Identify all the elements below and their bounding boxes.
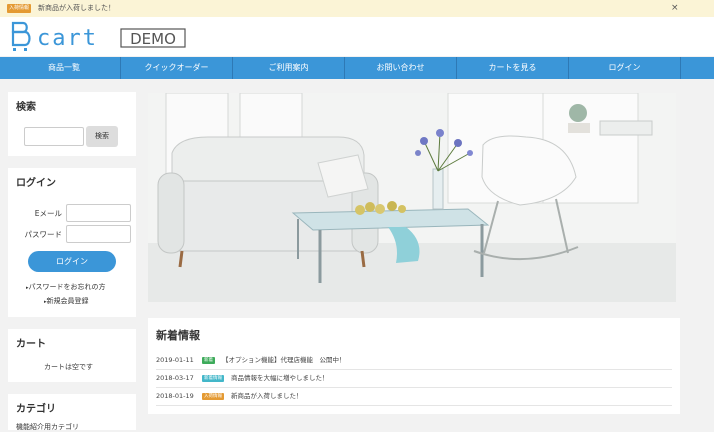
hero-banner[interactable]: [148, 93, 676, 302]
password-field[interactable]: [66, 225, 131, 243]
search-box: 検索 検索: [8, 92, 136, 156]
news-item[interactable]: 2019-01-11 新着 【オプション機能】代理店機能 公開中！: [156, 352, 672, 370]
category-box: カテゴリ 機能紹介用カテゴリ: [8, 394, 136, 432]
login-button[interactable]: ログイン: [28, 251, 116, 272]
register-link[interactable]: ▸新規会員登録: [44, 296, 89, 306]
nav-item-products[interactable]: 商品一覧: [8, 57, 120, 79]
news-tag: 入荷情報: [202, 393, 224, 400]
forgot-password-text: パスワードをお忘れの方: [28, 283, 106, 291]
news-item[interactable]: 2018-03-17 新着情報 商品情報を大幅に増やしました！: [156, 370, 672, 388]
announcement-bar: 入荷情報 新商品が入荷しました！ ×: [0, 0, 714, 17]
email-field[interactable]: [66, 204, 131, 222]
news-tag: 新着情報: [202, 375, 224, 382]
news-item[interactable]: 2018-01-19 入荷情報 新商品が入荷しました！: [156, 388, 672, 406]
hero-image: [148, 93, 676, 302]
news-date: 2018-03-17: [156, 374, 194, 382]
cart-heading: カート: [16, 339, 46, 350]
cart-box: カート カートは空です: [8, 329, 136, 382]
news-section: 新着情報 2019-01-11 新着 【オプション機能】代理店機能 公開中！ 2…: [148, 318, 680, 414]
category-heading: カテゴリ: [16, 404, 56, 415]
site-logo[interactable]: cart DEMO: [11, 21, 191, 53]
nav-item-guide[interactable]: ご利用案内: [233, 57, 344, 79]
search-button[interactable]: 検索: [86, 126, 118, 147]
site-header: cart DEMO: [0, 17, 714, 56]
category-item[interactable]: 機能紹介用カテゴリ: [16, 422, 79, 432]
login-box: ログイン Eメール パスワード ログイン ▸パスワードをお忘れの方 ▸新規会員登…: [8, 168, 136, 317]
announcement-badge: 入荷情報: [7, 4, 32, 13]
cart-empty-text: カートは空です: [44, 363, 93, 371]
news-title[interactable]: 【オプション機能】代理店機能 公開中！: [222, 352, 346, 369]
register-text: 新規会員登録: [46, 297, 89, 305]
nav-item-quick-order[interactable]: クイックオーダー: [121, 57, 232, 79]
nav-item-cart[interactable]: カートを見る: [457, 57, 568, 79]
email-label: Eメール: [34, 209, 62, 218]
demo-label: DEMO: [130, 30, 176, 48]
search-input[interactable]: [24, 127, 84, 146]
logo-text: cart: [37, 26, 98, 51]
forgot-password-link[interactable]: ▸パスワードをお忘れの方: [26, 282, 106, 292]
close-icon[interactable]: ×: [671, 2, 679, 14]
nav-item-contact[interactable]: お問い合わせ: [345, 57, 456, 79]
news-date: 2018-01-19: [156, 392, 194, 400]
global-nav: 商品一覧 クイックオーダー ご利用案内 お問い合わせ カートを見る ログイン: [0, 57, 714, 79]
login-heading: ログイン: [16, 178, 56, 189]
news-title[interactable]: 新商品が入荷しました！: [231, 388, 303, 405]
announcement-message[interactable]: 新商品が入荷しました！: [38, 3, 115, 13]
search-heading: 検索: [16, 102, 36, 113]
password-label: パスワード: [24, 230, 63, 239]
news-heading: 新着情報: [156, 329, 200, 342]
news-tag: 新着: [202, 357, 215, 364]
nav-item-login[interactable]: ログイン: [569, 57, 680, 79]
news-title[interactable]: 商品情報を大幅に増やしました！: [231, 370, 329, 387]
news-date: 2019-01-11: [156, 356, 194, 364]
nav-divider: [680, 57, 681, 79]
